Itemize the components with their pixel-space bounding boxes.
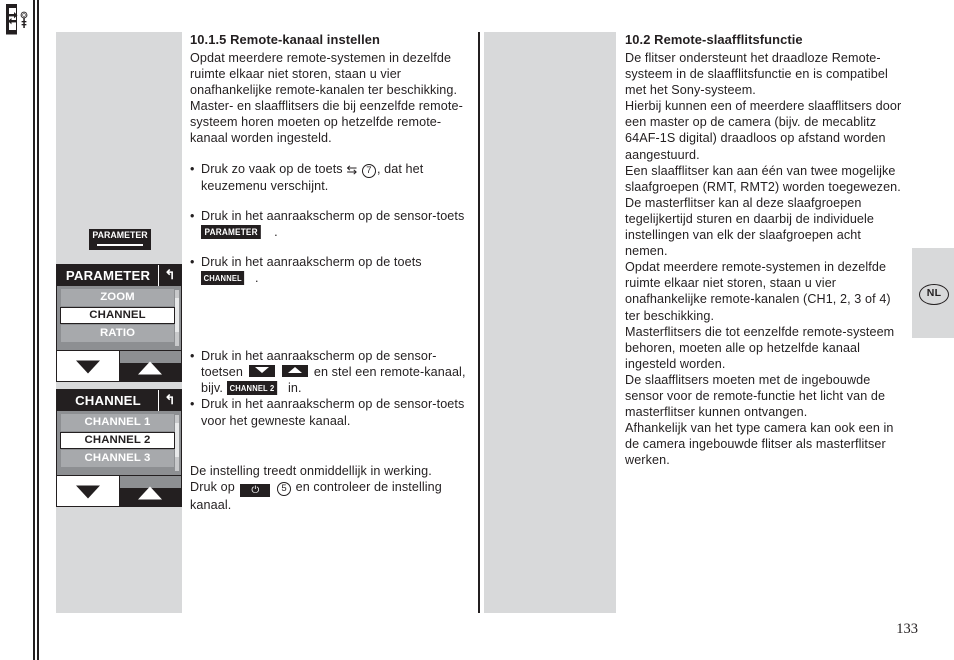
power-button-badge-icon: ⏻ [240,483,271,497]
triangle-up-icon [138,486,163,500]
bullet-4-post-text: in. [288,381,302,396]
channel-menu-item-1[interactable]: CHANNEL 1 [61,414,174,431]
right-paragraph-4: Opdat meerdere remote-systemen in dezelf… [625,260,891,323]
channel-menu-rows: CHANNEL 1 CHANNEL 2 CHANNEL 3 [57,411,181,475]
callout-number-5: 5 [277,481,292,496]
channel-menu-item-2[interactable]: CHANNEL 2 [60,432,175,449]
bullet-press-mode-key: Druk zo vaak op de toets ⇆ 7, dat het ke… [190,161,466,194]
triangle-up-icon [138,361,163,375]
closing-pre-text: Druk op [190,479,235,494]
language-tab: NL [912,248,954,338]
column-divider [478,32,480,613]
channel-menu-panel[interactable]: CHANNEL ↰ CHANNEL 1 CHANNEL 2 CHANNEL 3 [56,389,182,507]
channel-menu-item-3[interactable]: CHANNEL 3 [61,450,174,467]
right-paragraph-3: Een slaafflitser kan aan één van twee mo… [625,163,901,259]
callout-number-7: 7 [361,163,376,178]
right-text-column: 10.2 Remote-slaafflitsfunctie De flitser… [625,32,905,468]
channel-2-badge: CHANNEL 2 [226,381,277,396]
right-paragraph-1: De flitser ondersteunt het draadloze Rem… [625,51,888,98]
right-paragraph-2: Hierbij kunnen een of meerdere slaafflit… [625,99,902,162]
bullet-3-post-text: . [255,271,259,286]
parameter-menu-item-zoom[interactable]: ZOOM [61,289,174,306]
section-intro-paragraph: Opdat meerdere remote-systemen in dezelf… [190,51,463,146]
scroll-up-button[interactable] [118,476,181,506]
slave-flash-icon [6,4,28,35]
channel-badge: CHANNEL [201,271,245,286]
arrow-up-badge-icon [282,365,309,378]
channel-menu-title: CHANNEL ↰ [57,390,181,411]
parameter-menu-title: PARAMETER ↰ [57,265,181,286]
parameter-menu-rows: ZOOM CHANNEL RATIO [57,286,181,350]
parameter-menu-item-channel[interactable]: CHANNEL [60,307,175,324]
parameter-menu-item-ratio[interactable]: RATIO [61,325,174,342]
triangle-down-icon [75,360,100,374]
scroll-down-button[interactable] [57,476,119,506]
bullet-press-channel-key: Druk in het aanraakscherm op de toets CH… [190,254,466,286]
scrollbar-thumb[interactable] [175,423,179,457]
parameter-key-graphic: PARAMETER [89,229,151,250]
lcd-divider-1 [33,0,35,660]
parameter-menu-nav [57,350,181,381]
parameter-menu-title-text: PARAMETER [65,268,151,283]
right-margin-panel [484,32,616,613]
right-paragraph-5: Masterflitsers die tot eenzelfde remote-… [625,324,895,371]
scroll-down-button[interactable] [57,351,119,381]
parameter-menu-panel[interactable]: PARAMETER ↰ ZOOM CHANNEL RATIO [56,264,182,382]
section-heading-10-1-5: 10.1.5 Remote-kanaal instellen [190,32,380,47]
left-text-column: 10.1.5 Remote-kanaal instellen Opdat mee… [190,32,466,513]
bullet-3-pre-text: Druk in het aanraakscherm op de toets [201,254,422,269]
bullet-select-channel: Druk in het aanraakscherm op de sensor-t… [190,348,466,396]
bullet-2-pre-text: Druk in het aanraakscherm op de sensor-t… [201,208,465,223]
parameter-key-label: PARAMETER [92,230,148,241]
bullet-1-pre-text: Druk zo vaak op de toets [201,161,343,176]
back-icon[interactable]: ↰ [158,390,181,411]
arrow-down-badge-icon [248,365,275,378]
right-paragraph-7: Afhankelijk van het type camera kan ook … [625,421,894,468]
parameter-key-underline [97,244,143,246]
channel-menu-scrollbar[interactable] [175,415,179,471]
swap-arrows-icon: ⇆ [346,161,358,177]
closing-line-1: De instelling treedt onmiddellijk in wer… [190,463,432,478]
bullet-2-post-text: . [274,224,278,239]
parameter-badge: PARAMETER [201,224,262,239]
scrollbar-thumb[interactable] [175,298,179,332]
bullet-press-parameter-key: Druk in het aanraakscherm op de sensor-t… [190,208,466,240]
section-heading-10-2: 10.2 Remote-slaafflitsfunctie [625,32,803,47]
language-tab-label: NL [919,284,949,305]
scroll-up-button[interactable] [118,351,181,381]
page-number: 133 [896,621,918,637]
closing-line-2: Druk op ⏻ 5 en controleer de instelling … [190,479,466,513]
channel-menu-nav [57,475,181,506]
lcd-divider-2 [37,0,39,660]
back-icon[interactable]: ↰ [158,265,181,286]
right-paragraph-6: De slaafflitsers moeten met de ingebouwd… [625,372,886,420]
bullet-press-desired-channel: Druk in het aanraakscherm op de sensor-t… [190,396,466,428]
triangle-down-icon [75,485,100,499]
channel-menu-title-text: CHANNEL [75,393,141,408]
parameter-menu-scrollbar[interactable] [175,290,179,346]
